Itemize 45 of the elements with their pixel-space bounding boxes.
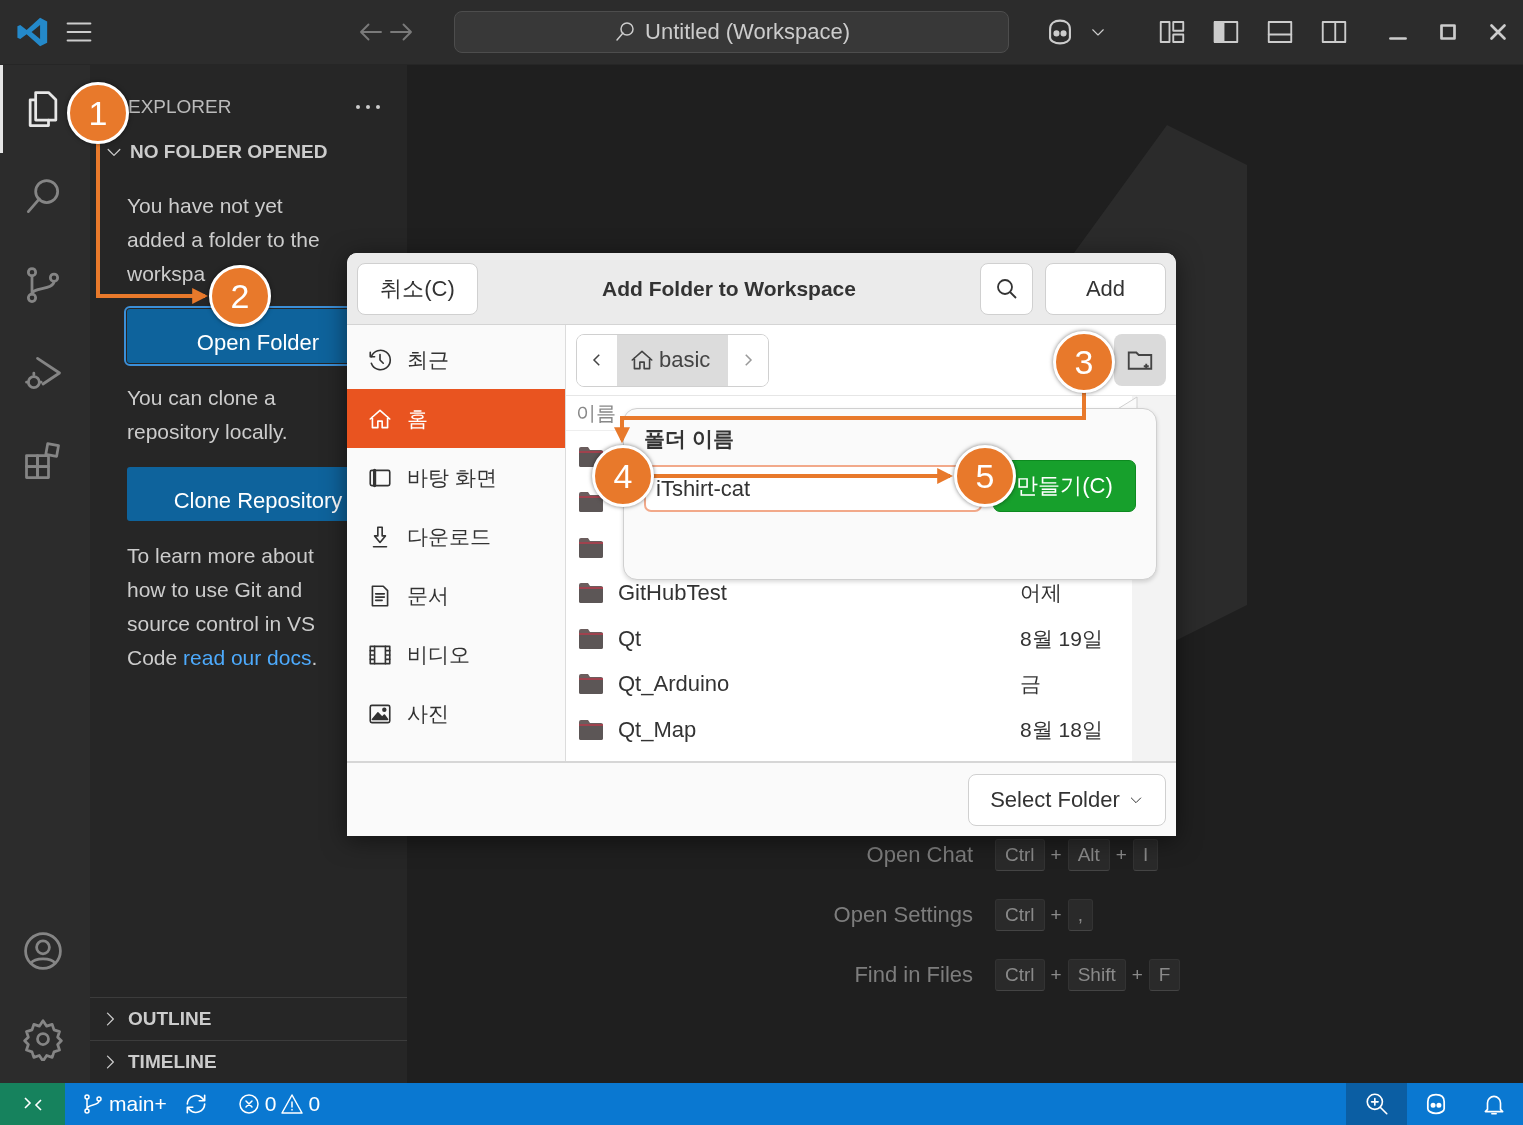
plus-sign: + — [1050, 904, 1062, 926]
add-button[interactable]: Add — [1045, 262, 1166, 315]
places-item[interactable]: 비디오 — [347, 625, 565, 684]
plus-sign: + — [1131, 964, 1143, 986]
plus-sign: + — [1050, 844, 1062, 866]
file-name[interactable]: GitHubTest — [618, 580, 1020, 607]
modified-date: 8월 19일 — [1020, 625, 1103, 652]
explorer-message: To learn more about how to use Git and source control in VS Code read our docs. — [127, 543, 319, 671]
places-item[interactable]: 홈 — [347, 389, 565, 448]
places-item[interactable]: 문서 — [347, 566, 565, 625]
keyboard-key: , — [1067, 899, 1093, 931]
file-name[interactable]: Qt_Map — [618, 716, 1020, 743]
panel-title[interactable]: TIMELINE — [128, 1051, 217, 1073]
section-title[interactable]: NO FOLDER OPENED — [130, 141, 328, 163]
command-center-search[interactable]: Untitled (Workspace) — [454, 11, 1010, 53]
warning-count[interactable]: 0 — [308, 1092, 321, 1116]
path-crumb[interactable]: basic — [617, 334, 729, 386]
keyboard-key: F — [1148, 959, 1181, 991]
shortcut-label: Open Chat — [865, 842, 973, 868]
modified-date: 어제 — [1020, 580, 1062, 607]
shortcut-label: Open Settings — [832, 902, 973, 928]
file-name[interactable]: Qt — [618, 625, 1020, 652]
file-name[interactable]: Qt_Arduino — [618, 671, 1020, 698]
plus-sign: + — [1050, 964, 1062, 986]
shortcut-label: Find in Files — [853, 962, 973, 988]
sidebar-title: EXPLORER — [128, 96, 232, 118]
cancel-button[interactable]: 취소(C) — [357, 262, 478, 315]
keyboard-key: Ctrl — [995, 959, 1045, 991]
explorer-message: You can clone a repository locally. — [127, 385, 289, 445]
modified-date: 8월 18일 — [1020, 716, 1103, 743]
select-folder-dropdown[interactable]: Select Folder — [968, 773, 1166, 826]
panel-title[interactable]: OUTLINE — [128, 1008, 212, 1030]
places-item[interactable]: 사진 — [347, 684, 565, 743]
dialog-title: Add Folder to Workspace — [601, 276, 857, 301]
error-count[interactable]: 0 — [264, 1092, 277, 1116]
modified-date: 금 — [1020, 671, 1041, 698]
plus-sign: + — [1115, 844, 1127, 866]
keyboard-key: Shift — [1067, 959, 1126, 991]
branch-name[interactable]: main+ — [109, 1092, 167, 1116]
keyboard-key: Alt — [1067, 839, 1110, 871]
keyboard-key: Ctrl — [995, 899, 1045, 931]
keyboard-key: Ctrl — [995, 839, 1045, 871]
keyboard-key: I — [1132, 839, 1159, 871]
column-header[interactable]: 이름 — [576, 399, 616, 427]
docs-link[interactable]: read our docs — [183, 646, 312, 669]
